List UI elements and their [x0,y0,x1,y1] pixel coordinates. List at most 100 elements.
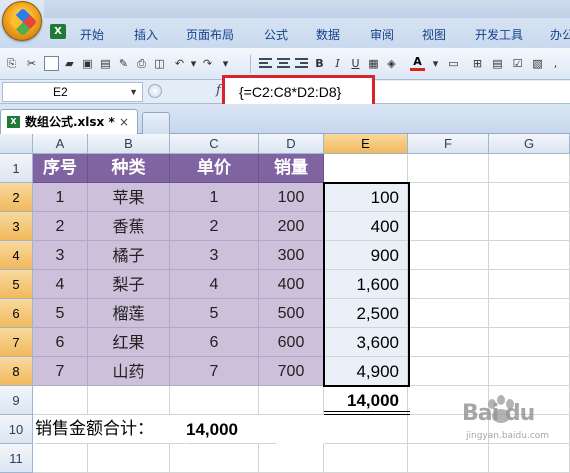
image-icon[interactable]: ▧ [530,56,545,71]
data-cell[interactable]: 梨子 [88,270,170,299]
data-cell[interactable]: 2 [33,212,88,241]
print-icon[interactable]: ⎙ [134,56,149,71]
data-cell[interactable]: 3 [33,241,88,270]
empty-cell[interactable] [408,212,489,241]
undo-icon[interactable]: ↶ [172,56,187,71]
empty-cell[interactable] [489,154,570,183]
column-header-f[interactable]: F [408,134,489,154]
spell-check-icon[interactable]: ◫ [152,56,167,71]
result-cell[interactable]: 2,500 [324,299,408,328]
row-header-11[interactable]: 11 [0,444,33,473]
data-cell[interactable]: 500 [259,299,324,328]
empty-cell[interactable] [408,357,489,386]
data-cell[interactable]: 100 [259,183,324,212]
align-center-icon[interactable] [276,56,291,71]
open-folder-icon[interactable]: ▰ [62,56,77,71]
column-header-e[interactable]: E [324,134,408,154]
row-header-5[interactable]: 5 [0,270,33,299]
data-cell[interactable]: 6 [170,328,259,357]
empty-cell[interactable] [324,154,408,183]
row-header-6[interactable]: 6 [0,299,33,328]
save-icon[interactable]: ▣ [80,56,95,71]
data-cell[interactable]: 6 [33,328,88,357]
tab-office[interactable]: 办公 [550,26,570,44]
empty-cell[interactable] [170,386,259,415]
tab-data[interactable]: 数据 [316,26,340,44]
empty-cell[interactable] [170,444,259,473]
empty-cell[interactable] [489,212,570,241]
header-cell[interactable]: 单价 [170,154,259,183]
fx-icon[interactable]: f [216,83,221,98]
tab-page-layout[interactable]: 页面布局 [186,26,234,44]
data-cell[interactable]: 2 [170,212,259,241]
empty-cell[interactable] [489,183,570,212]
checkbox-icon[interactable]: ☑ [510,56,525,71]
data-cell[interactable]: 700 [259,357,324,386]
empty-cell[interactable] [489,328,570,357]
empty-cell[interactable] [489,241,570,270]
result-cell[interactable]: 100 [324,183,408,212]
empty-cell[interactable] [408,241,489,270]
data-cell[interactable]: 山药 [88,357,170,386]
empty-cell[interactable] [88,444,170,473]
office-button[interactable] [2,1,42,41]
empty-cell[interactable] [324,444,408,473]
select-all-corner[interactable] [0,134,33,154]
new-doc-icon[interactable] [44,56,59,71]
result-cell[interactable]: 1,600 [324,270,408,299]
empty-cell[interactable] [259,386,324,415]
data-cell[interactable]: 300 [259,241,324,270]
italic-icon[interactable]: I [330,56,345,71]
bold-icon[interactable]: B [312,56,327,71]
data-cell[interactable]: 1 [170,183,259,212]
copy-icon[interactable]: ⎘ [4,56,19,71]
tab-review[interactable]: 审阅 [370,26,394,44]
column-header-d[interactable]: D [259,134,324,154]
row-header-2[interactable]: 2 [0,183,33,212]
merge-icon[interactable]: ⊞ [470,56,485,71]
print-preview-icon[interactable]: ▤ [98,56,113,71]
column-header-a[interactable]: A [33,134,88,154]
tab-view[interactable]: 视图 [422,26,446,44]
comma-style-icon[interactable]: , [548,56,563,71]
data-cell[interactable]: 5 [33,299,88,328]
empty-cell[interactable] [408,183,489,212]
format-painter-icon[interactable]: ✎ [116,56,131,71]
empty-cell[interactable] [408,299,489,328]
data-cell[interactable]: 600 [259,328,324,357]
dropdown-icon[interactable]: ▾ [186,56,201,71]
tab-home[interactable]: 开始 [80,26,104,44]
empty-cell[interactable] [33,386,88,415]
data-cell[interactable]: 橘子 [88,241,170,270]
toolbar-more-icon[interactable]: ▾ [218,56,233,71]
redo-icon[interactable]: ↷ [200,56,215,71]
resize-knob-icon[interactable] [148,84,162,98]
result-cell[interactable]: 3,600 [324,328,408,357]
wrap-icon[interactable]: ▤ [490,56,505,71]
fill-color-icon[interactable]: ◈ [384,56,399,71]
data-cell[interactable]: 200 [259,212,324,241]
tab-insert[interactable]: 插入 [134,26,158,44]
cut-icon[interactable]: ✂ [24,56,39,71]
font-color-dropdown-icon[interactable]: ▾ [428,56,443,71]
new-workbook-tab[interactable] [142,112,170,135]
result-cell[interactable]: 900 [324,241,408,270]
data-cell[interactable]: 榴莲 [88,299,170,328]
data-cell[interactable]: 7 [33,357,88,386]
data-cell[interactable]: 5 [170,299,259,328]
header-cell[interactable]: 种类 [88,154,170,183]
data-cell[interactable]: 4 [33,270,88,299]
align-right-icon[interactable] [294,56,309,71]
row-header-9[interactable]: 9 [0,386,33,415]
result-cell[interactable]: 400 [324,212,408,241]
empty-cell[interactable] [88,386,170,415]
data-cell[interactable]: 3 [170,241,259,270]
row-header-10[interactable]: 10 [0,415,33,444]
empty-cell[interactable] [408,154,489,183]
empty-cell[interactable] [489,357,570,386]
borders-icon[interactable]: ▦ [366,56,381,71]
data-cell[interactable]: 7 [170,357,259,386]
empty-cell[interactable] [33,444,88,473]
data-cell[interactable]: 4 [170,270,259,299]
align-left-icon[interactable] [258,56,273,71]
